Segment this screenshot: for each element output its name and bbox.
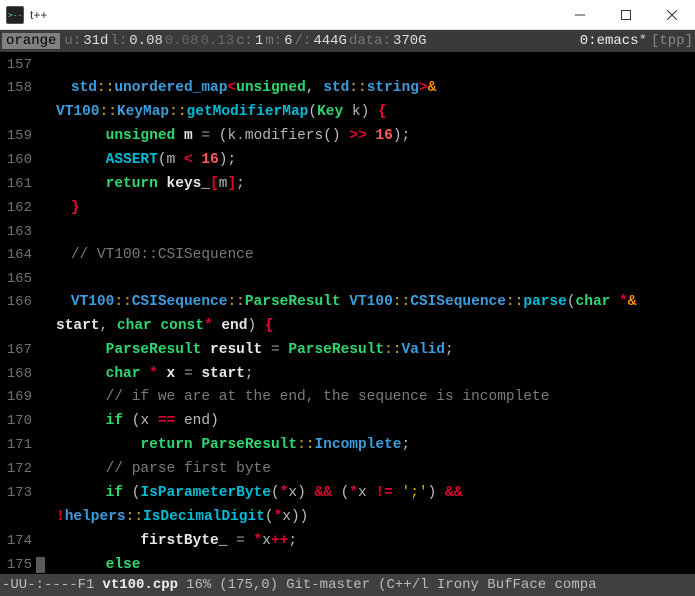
line-number: 157 (0, 54, 36, 77)
code-line[interactable]: 173 if (IsParameterByte(*x) && (*x != ';… (0, 482, 695, 506)
code-content[interactable]: // parse first byte (36, 458, 695, 482)
code-line[interactable]: 165 (0, 268, 695, 291)
modeline-filename: vt100.cpp (102, 577, 178, 593)
modeline-pos: (175,0) (219, 577, 278, 593)
disk-value: 444G (313, 33, 347, 49)
disk-label: /: (295, 33, 312, 49)
line-number: 159 (0, 125, 36, 148)
code-content[interactable]: } (36, 197, 695, 221)
code-line[interactable]: 168 char * x = start; (0, 363, 695, 387)
line-number: 175 (0, 554, 36, 574)
close-button[interactable] (649, 0, 695, 30)
tmux-status-bar: orange u: 31d l: 0.08 0.08 0.13 c: 1 m: … (0, 30, 695, 52)
line-number: 164 (0, 244, 36, 267)
load1: 0.08 (129, 33, 163, 49)
line-number: 163 (0, 221, 36, 244)
code-line[interactable]: 172 // parse first byte (0, 458, 695, 482)
tmux-session: [tpp] (651, 33, 693, 49)
code-content[interactable]: std::unordered_map<unsigned, std::string… (36, 77, 695, 101)
code-line[interactable]: !helpers::IsDecimalDigit(*x)) (0, 506, 695, 530)
tmux-right: 0: emacs * [tpp] (580, 33, 693, 49)
data-label: data: (349, 33, 391, 49)
code-line[interactable]: 159 unsigned m = (k.modifiers() >> 16); (0, 125, 695, 149)
code-content[interactable]: char * x = start; (36, 363, 695, 387)
line-number: 167 (0, 339, 36, 362)
modeline-flags: -UU-:----F1 (2, 577, 94, 593)
line-number: 161 (0, 173, 36, 196)
code-content[interactable]: // if we are at the end, the sequence is… (36, 386, 695, 410)
line-number: 174 (0, 530, 36, 553)
code-line[interactable]: 164 // VT100::CSISequence (0, 244, 695, 268)
window-title: t++ (30, 8, 47, 22)
line-number: 162 (0, 197, 36, 220)
code-content[interactable]: // VT100::CSISequence (36, 244, 695, 268)
editor-viewport[interactable]: 157158 std::unordered_map<unsigned, std:… (0, 52, 695, 574)
code-content[interactable]: firstByte_ = *x++; (36, 530, 695, 554)
window-titlebar: >-- t++ (0, 0, 695, 30)
line-number: 173 (0, 482, 36, 505)
line-number: 169 (0, 386, 36, 409)
code-line[interactable]: start, char const* end) { (0, 315, 695, 339)
tmux-win-flag: * (639, 33, 647, 49)
code-line[interactable]: 169 // if we are at the end, the sequenc… (0, 386, 695, 410)
line-number: 172 (0, 458, 36, 481)
tmux-host: orange (2, 33, 60, 49)
tmux-win-index: 0: (580, 33, 597, 49)
code-content[interactable]: if (IsParameterByte(*x) && (*x != ';') &… (36, 482, 695, 506)
line-number: 171 (0, 434, 36, 457)
modeline-percent: 16% (186, 577, 211, 593)
code-line[interactable]: VT100::KeyMap::getModifierMap(Key k) { (0, 101, 695, 125)
code-line[interactable]: 163 (0, 221, 695, 244)
uptime-value: 31d (83, 33, 108, 49)
code-content[interactable]: unsigned m = (k.modifiers() >> 16); (36, 125, 695, 149)
line-number: 168 (0, 363, 36, 386)
code-content[interactable]: ASSERT(m < 16); (36, 149, 695, 173)
line-number: 160 (0, 149, 36, 172)
code-content[interactable]: return ParseResult::Incomplete; (36, 434, 695, 458)
code-line[interactable]: 166 VT100::CSISequence::ParseResult VT10… (0, 291, 695, 315)
line-number: 165 (0, 268, 36, 291)
code-line[interactable]: 160 ASSERT(m < 16); (0, 149, 695, 173)
line-number: 170 (0, 410, 36, 433)
cpu-label: c: (236, 33, 253, 49)
code-line[interactable]: 157 (0, 54, 695, 77)
code-line[interactable]: 171 return ParseResult::Incomplete; (0, 434, 695, 458)
svg-text:>--: >-- (8, 10, 22, 19)
mem-value: 6 (284, 33, 292, 49)
code-line[interactable]: 162 } (0, 197, 695, 221)
maximize-button[interactable] (603, 0, 649, 30)
mem-label: m: (265, 33, 282, 49)
load-label: l: (110, 33, 127, 49)
line-number: 166 (0, 291, 36, 314)
modeline-modes: (C++/l Irony BufFace compa (378, 577, 596, 593)
code-content[interactable]: VT100::CSISequence::ParseResult VT100::C… (36, 291, 695, 315)
load5: 0.08 (165, 33, 199, 49)
minimize-button[interactable] (557, 0, 603, 30)
code-content[interactable]: VT100::KeyMap::getModifierMap(Key k) { (36, 101, 695, 125)
emacs-modeline: -UU-:----F1 vt100.cpp 16% (175,0) Git-ma… (0, 574, 695, 596)
code-content[interactable]: start, char const* end) { (36, 315, 695, 339)
code-content[interactable]: !helpers::IsDecimalDigit(*x)) (36, 506, 695, 530)
line-number: 158 (0, 77, 36, 100)
code-content[interactable]: else (36, 554, 695, 574)
app-icon: >-- (6, 6, 24, 24)
load15: 0.13 (200, 33, 234, 49)
modeline-vc: Git-master (286, 577, 370, 593)
code-content[interactable]: return keys_[m]; (36, 173, 695, 197)
uptime-label: u: (64, 33, 81, 49)
cpu-value: 1 (255, 33, 263, 49)
code-line[interactable]: 161 return keys_[m]; (0, 173, 695, 197)
tmux-win-name: emacs (597, 33, 639, 49)
code-content[interactable]: if (x == end) (36, 410, 695, 434)
code-line[interactable]: 175 else (0, 554, 695, 574)
code-line[interactable]: 174 firstByte_ = *x++; (0, 530, 695, 554)
data-value: 370G (393, 33, 427, 49)
code-content[interactable]: ParseResult result = ParseResult::Valid; (36, 339, 695, 363)
code-line[interactable]: 167 ParseResult result = ParseResult::Va… (0, 339, 695, 363)
code-line[interactable]: 158 std::unordered_map<unsigned, std::st… (0, 77, 695, 101)
code-line[interactable]: 170 if (x == end) (0, 410, 695, 434)
